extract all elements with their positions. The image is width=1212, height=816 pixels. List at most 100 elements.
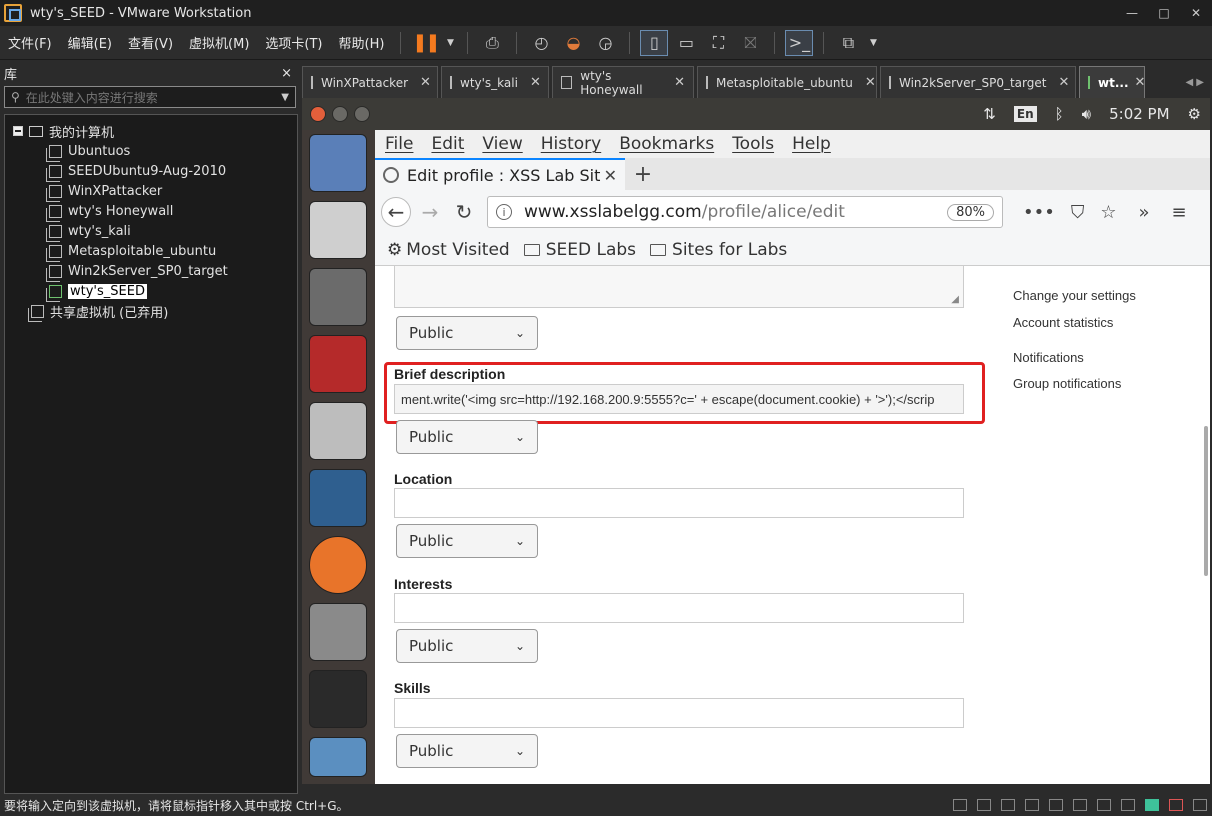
close-icon[interactable]: ✕ [1129,75,1146,90]
vm-tab[interactable]: wty's_kali ✕ [441,66,549,98]
ff-menu-bookmarks[interactable]: Bookmarks [619,134,714,154]
page-actions-icon[interactable]: ••• [1023,202,1055,223]
full-screen-icon[interactable]: ⛶ [704,30,732,56]
close-icon[interactable]: ✕ [662,75,685,90]
devices-icon[interactable] [1169,799,1183,811]
wireshark-icon[interactable] [309,469,367,527]
unity-icon[interactable]: ⛝ [736,30,764,56]
privacy-select[interactable]: Public ⌄ [396,316,538,350]
info-icon[interactable]: i [496,204,512,220]
forward-icon[interactable]: → [415,197,445,227]
resize-grip-icon[interactable]: ◢ [951,294,959,305]
bookmark-seed-labs[interactable]: SEED Labs [523,240,636,260]
thumbnail-bar-icon[interactable]: ▭ [672,30,700,56]
bookmark-sites-for-labs[interactable]: Sites for Labs [650,240,787,260]
close-icon[interactable]: ✕ [1046,75,1069,90]
privacy-select[interactable]: Public ⌄ [396,524,538,558]
network-adapter-icon[interactable] [1001,799,1015,811]
tree-item-vm[interactable]: Metasploitable_ubuntu [5,241,297,262]
maximize-button[interactable]: □ [1148,0,1180,26]
clock[interactable]: 5:02 PM [1109,105,1169,123]
bookmark-star-icon[interactable]: ☆ [1100,202,1116,223]
usb-icon[interactable] [1025,799,1039,811]
vm-tab[interactable]: Win2kServer_SP0_target ✕ [880,66,1076,98]
ff-menu-view[interactable]: View [482,134,522,154]
url-bar[interactable]: i www.xsslabelgg.com /profile/alice/edit… [487,196,1003,228]
bookmark-most-visited[interactable]: ⚙ Most Visited [387,240,510,260]
link-notifications[interactable]: Notifications [1013,350,1084,365]
guest-minimize-icon[interactable] [332,106,348,122]
menu-help[interactable]: 帮助(H) [331,33,393,52]
pocket-icon[interactable]: ⛉ [1071,202,1085,223]
ff-menu-tools[interactable]: Tools [732,134,774,154]
tree-item-vm-selected[interactable]: wty's_SEED [5,281,297,302]
back-icon[interactable]: ← [381,197,411,227]
ubuntu-dash-icon[interactable] [309,134,367,192]
close-icon[interactable]: ✕ [408,75,431,90]
cd-drive-icon[interactable] [977,799,991,811]
link-change-settings[interactable]: Change your settings [1013,288,1136,303]
sound-icon[interactable] [1049,799,1063,811]
vmware-tools-icon[interactable] [1145,799,1159,811]
send-ctrl-alt-del-icon[interactable]: ⎙ [478,30,506,56]
chevron-down-icon[interactable]: ▼ [281,92,289,103]
network-icon[interactable]: ⇅ [983,105,996,123]
ff-menu-file[interactable]: File [385,134,413,154]
link-group-notifications[interactable]: Group notifications [1013,376,1121,391]
terminal-icon[interactable] [309,670,367,728]
system-settings-icon[interactable] [309,603,367,661]
tree-root[interactable]: 我的计算机 [5,121,297,141]
close-icon[interactable]: ✕ [518,75,541,90]
ff-menu-edit[interactable]: Edit [431,134,464,154]
reload-icon[interactable]: ↻ [449,197,479,227]
tree-item-vm[interactable]: wty's_kali [5,221,297,242]
menu-file[interactable]: 文件(F) [0,33,60,52]
library-search-input[interactable]: ⚲ 在此处键入内容进行搜索 ▼ [4,86,296,108]
gear-icon[interactable]: ⚙ [1188,105,1201,123]
vm-tab[interactable]: wty's Honeywall ✕ [552,66,694,98]
trash-icon[interactable] [309,737,367,777]
interests-input[interactable] [394,593,964,623]
library-close-button[interactable]: × [281,66,292,81]
overflow-chevron-icon[interactable]: » [1139,202,1150,223]
close-button[interactable]: ✕ [1180,0,1212,26]
terminal-manager-icon[interactable] [309,335,367,393]
link-account-statistics[interactable]: Account statistics [1013,315,1113,330]
menu-vm[interactable]: 虚拟机(M) [181,33,257,52]
tree-item-vm[interactable]: WinXPattacker [5,181,297,202]
firefox-icon[interactable] [309,536,367,594]
close-icon[interactable]: ✕ [853,75,876,90]
keyboard-layout-indicator[interactable]: En [1013,106,1037,122]
snapshot-icon[interactable]: ◴ [527,30,555,56]
privacy-select[interactable]: Public ⌄ [396,629,538,663]
tree-item-vm[interactable]: wty's Honeywall [5,201,297,222]
bluetooth-icon[interactable]: ᛒ [1055,105,1064,123]
collapse-icon[interactable] [13,126,23,136]
vm-tab[interactable]: WinXPattacker ✕ [302,66,438,98]
privacy-select[interactable]: Public ⌄ [396,734,538,768]
menu-edit[interactable]: 编辑(E) [60,33,120,52]
page-scrollbar[interactable] [1204,426,1208,576]
message-log-icon[interactable] [1121,799,1135,811]
privacy-select[interactable]: Public ⌄ [396,420,538,454]
minimize-button[interactable]: — [1116,0,1148,26]
sublime-text-icon[interactable] [309,268,367,326]
printer-icon[interactable] [1073,799,1087,811]
stretch-guest-icon[interactable]: ⧉ [834,30,862,56]
menu-tabs[interactable]: 选项卡(T) [257,33,330,52]
hamburger-menu-icon[interactable]: ≡ [1172,202,1187,223]
dropdown-arrow-icon[interactable]: ▼ [866,30,880,56]
text-editor-icon[interactable] [309,201,367,259]
previous-textarea[interactable]: ◢ [394,266,964,308]
file-cabinet-icon[interactable] [309,402,367,460]
revert-snapshot-icon[interactable]: ◒ [559,30,587,56]
tree-item-vm[interactable]: Win2kServer_SP0_target [5,261,297,282]
tree-item-vm[interactable]: Ubuntuos [5,141,297,162]
zoom-indicator[interactable]: 80% [947,203,994,221]
menu-view[interactable]: 查看(V) [120,33,181,52]
snapshot-manager-icon[interactable]: ◶ [591,30,619,56]
pause-icon[interactable]: ❚❚ [411,30,440,56]
vm-tab[interactable]: Metasploitable_ubuntu ✕ [697,66,877,98]
location-input[interactable] [394,488,964,518]
console-view-icon[interactable]: >_ [785,29,814,56]
